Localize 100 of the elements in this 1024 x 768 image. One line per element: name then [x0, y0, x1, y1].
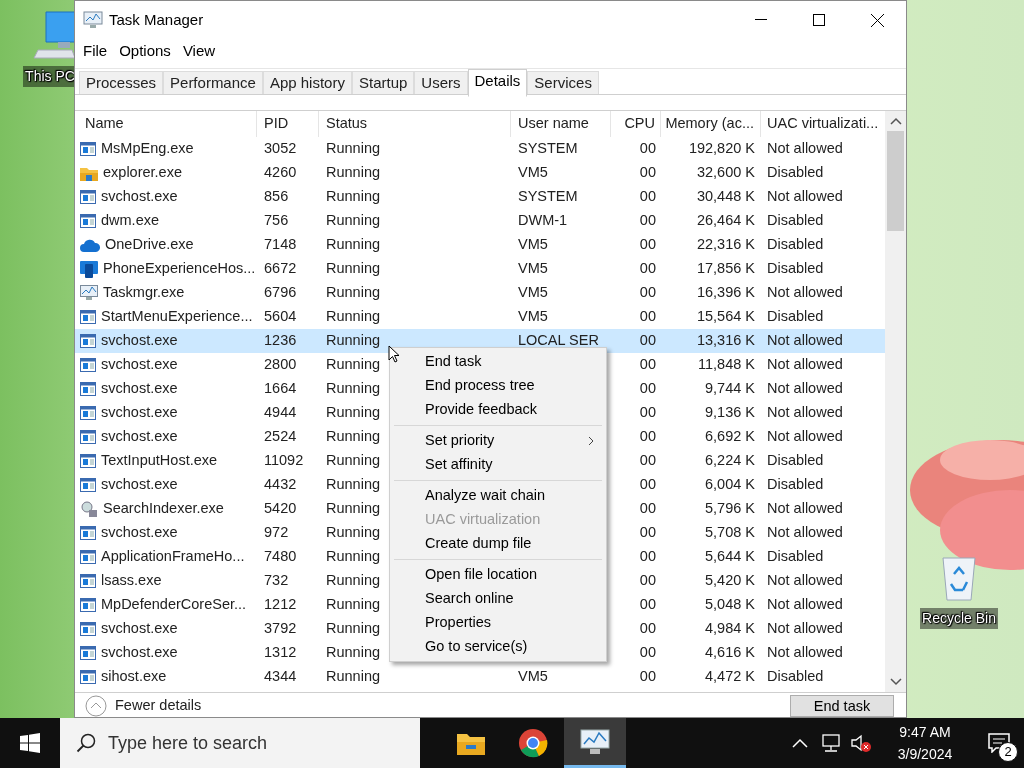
- clock-time[interactable]: 9:47 AM: [899, 721, 951, 743]
- process-name[interactable]: sihost.exe: [101, 666, 167, 688]
- context-menu-item[interactable]: Search online: [390, 587, 606, 611]
- context-menu-item[interactable]: Go to service(s): [390, 635, 606, 659]
- process-name[interactable]: lsass.exe: [101, 570, 162, 592]
- process-name[interactable]: TextInputHost.exe: [101, 450, 218, 472]
- cpu-cell-text: 00: [639, 667, 656, 687]
- pid-cell-text: 6672: [264, 259, 297, 279]
- windows-logo-icon: [20, 733, 40, 753]
- process-name[interactable]: svchost.exe: [101, 426, 178, 448]
- process-name[interactable]: dwm.exe: [101, 210, 160, 232]
- status-cell-text: Running: [326, 403, 380, 423]
- context-menu-item[interactable]: Set priority: [390, 429, 606, 453]
- process-name[interactable]: svchost.exe: [101, 186, 178, 208]
- pid-cell-text: 756: [264, 211, 289, 231]
- clock-date[interactable]: 3/9/2024: [897, 743, 953, 765]
- process-name[interactable]: explorer.exe: [103, 162, 182, 184]
- tab[interactable]: Services: [527, 71, 599, 95]
- memory-cell-text: 4,616 K: [705, 643, 755, 663]
- computer-icon[interactable]: [32, 10, 76, 60]
- context-menu-item[interactable]: End process tree: [390, 374, 606, 398]
- cpu-cell-text: 00: [639, 427, 656, 447]
- process-name[interactable]: svchost.exe: [101, 354, 178, 376]
- status-cell-text: Running: [326, 283, 380, 303]
- pid-cell-text: 1664: [264, 379, 297, 399]
- user-name-cell-text: VM5: [518, 283, 548, 303]
- column-header[interactable]: Name: [75, 111, 257, 137]
- desktop-icon-label[interactable]: Recycle Bin: [920, 608, 998, 629]
- column-header[interactable]: CPU: [611, 111, 661, 137]
- scroll-thumb[interactable]: [887, 131, 904, 231]
- taskbar-app-button[interactable]: [564, 718, 626, 768]
- column-header[interactable]: User name: [511, 111, 611, 137]
- uac-cell-text: Not allowed: [767, 403, 843, 423]
- process-name[interactable]: SearchIndexer.exe: [103, 498, 224, 520]
- uac-cell-text: Not allowed: [767, 643, 843, 663]
- application-icon: [80, 670, 96, 684]
- process-name[interactable]: StartMenuExperience...: [101, 306, 253, 328]
- menu-item[interactable]: View: [176, 39, 222, 63]
- menu-item[interactable]: File: [77, 39, 114, 63]
- tab[interactable]: Performance: [163, 71, 263, 95]
- status-cell-text: Running: [326, 499, 380, 519]
- scroll-down-icon[interactable]: [889, 678, 902, 686]
- monitor-icon: [80, 285, 98, 301]
- desktop-icon-label[interactable]: This PC: [23, 66, 77, 87]
- column-header[interactable]: PID: [257, 111, 319, 137]
- collapse-icon[interactable]: [85, 695, 107, 717]
- application-icon: [80, 550, 96, 564]
- cpu-cell-text: 00: [639, 619, 656, 639]
- search-input[interactable]: Type here to search: [108, 729, 388, 757]
- column-header[interactable]: Status: [319, 111, 511, 137]
- cpu-cell-text: 00: [639, 547, 656, 567]
- process-name[interactable]: svchost.exe: [101, 474, 178, 496]
- context-menu-item[interactable]: Create dump file: [390, 532, 606, 556]
- cpu-cell-text: 00: [639, 499, 656, 519]
- process-name[interactable]: svchost.exe: [101, 522, 178, 544]
- column-header[interactable]: Memory (ac...: [661, 111, 761, 137]
- context-menu-item[interactable]: Analyze wait chain: [390, 484, 606, 508]
- context-menu-item[interactable]: Properties: [390, 611, 606, 635]
- fewer-details-link[interactable]: Fewer details: [115, 695, 202, 717]
- muted-speaker-icon[interactable]: [850, 733, 872, 753]
- process-name[interactable]: MsMpEng.exe: [101, 138, 194, 160]
- scroll-up-icon[interactable]: [889, 117, 902, 125]
- tab[interactable]: Processes: [79, 71, 164, 95]
- memory-cell-text: 5,708 K: [705, 523, 755, 543]
- process-name[interactable]: Taskmgr.exe: [103, 282, 185, 304]
- cpu-cell-text: 00: [639, 235, 656, 255]
- process-name[interactable]: svchost.exe: [101, 402, 178, 424]
- process-name[interactable]: MpDefenderCoreSer...: [101, 594, 247, 616]
- chevron-up-icon[interactable]: [792, 738, 808, 748]
- network-icon[interactable]: [820, 733, 842, 753]
- status-cell-text: Running: [326, 427, 380, 447]
- tab[interactable]: Details: [467, 69, 528, 97]
- process-name[interactable]: svchost.exe: [101, 330, 178, 352]
- cpu-cell-text: 00: [639, 571, 656, 591]
- cpu-cell-text: 00: [639, 595, 656, 615]
- context-menu-item[interactable]: Open file location: [390, 563, 606, 587]
- scrollbar[interactable]: [885, 111, 906, 692]
- pid-cell-text: 732: [264, 571, 289, 591]
- end-task-button[interactable]: End task: [790, 695, 894, 717]
- notification-button[interactable]: 2: [974, 718, 1024, 768]
- uac-cell-text: Not allowed: [767, 571, 843, 591]
- tab[interactable]: App history: [262, 71, 352, 95]
- search-field[interactable]: Type here to search: [60, 718, 420, 768]
- process-name[interactable]: svchost.exe: [101, 378, 178, 400]
- menu-item[interactable]: Options: [113, 39, 177, 63]
- process-name[interactable]: svchost.exe: [101, 618, 178, 640]
- tab[interactable]: Users: [414, 71, 468, 95]
- context-menu-item[interactable]: Provide feedback: [390, 398, 606, 422]
- tab[interactable]: Startup: [351, 71, 415, 95]
- uac-cell-text: Not allowed: [767, 283, 843, 303]
- uac-cell-text: Disabled: [767, 451, 824, 471]
- pid-cell-text: 7148: [264, 235, 297, 255]
- process-name[interactable]: OneDrive.exe: [105, 234, 194, 256]
- memory-cell-text: 17,856 K: [696, 259, 755, 279]
- process-name[interactable]: svchost.exe: [101, 642, 178, 664]
- process-name[interactable]: ApplicationFrameHo...: [101, 546, 245, 568]
- process-name[interactable]: PhoneExperienceHos...: [103, 258, 256, 280]
- context-menu-item[interactable]: Set affinity: [390, 453, 606, 477]
- column-header[interactable]: UAC virtualizati...: [761, 111, 885, 137]
- memory-cell-text: 192,820 K: [688, 139, 755, 159]
